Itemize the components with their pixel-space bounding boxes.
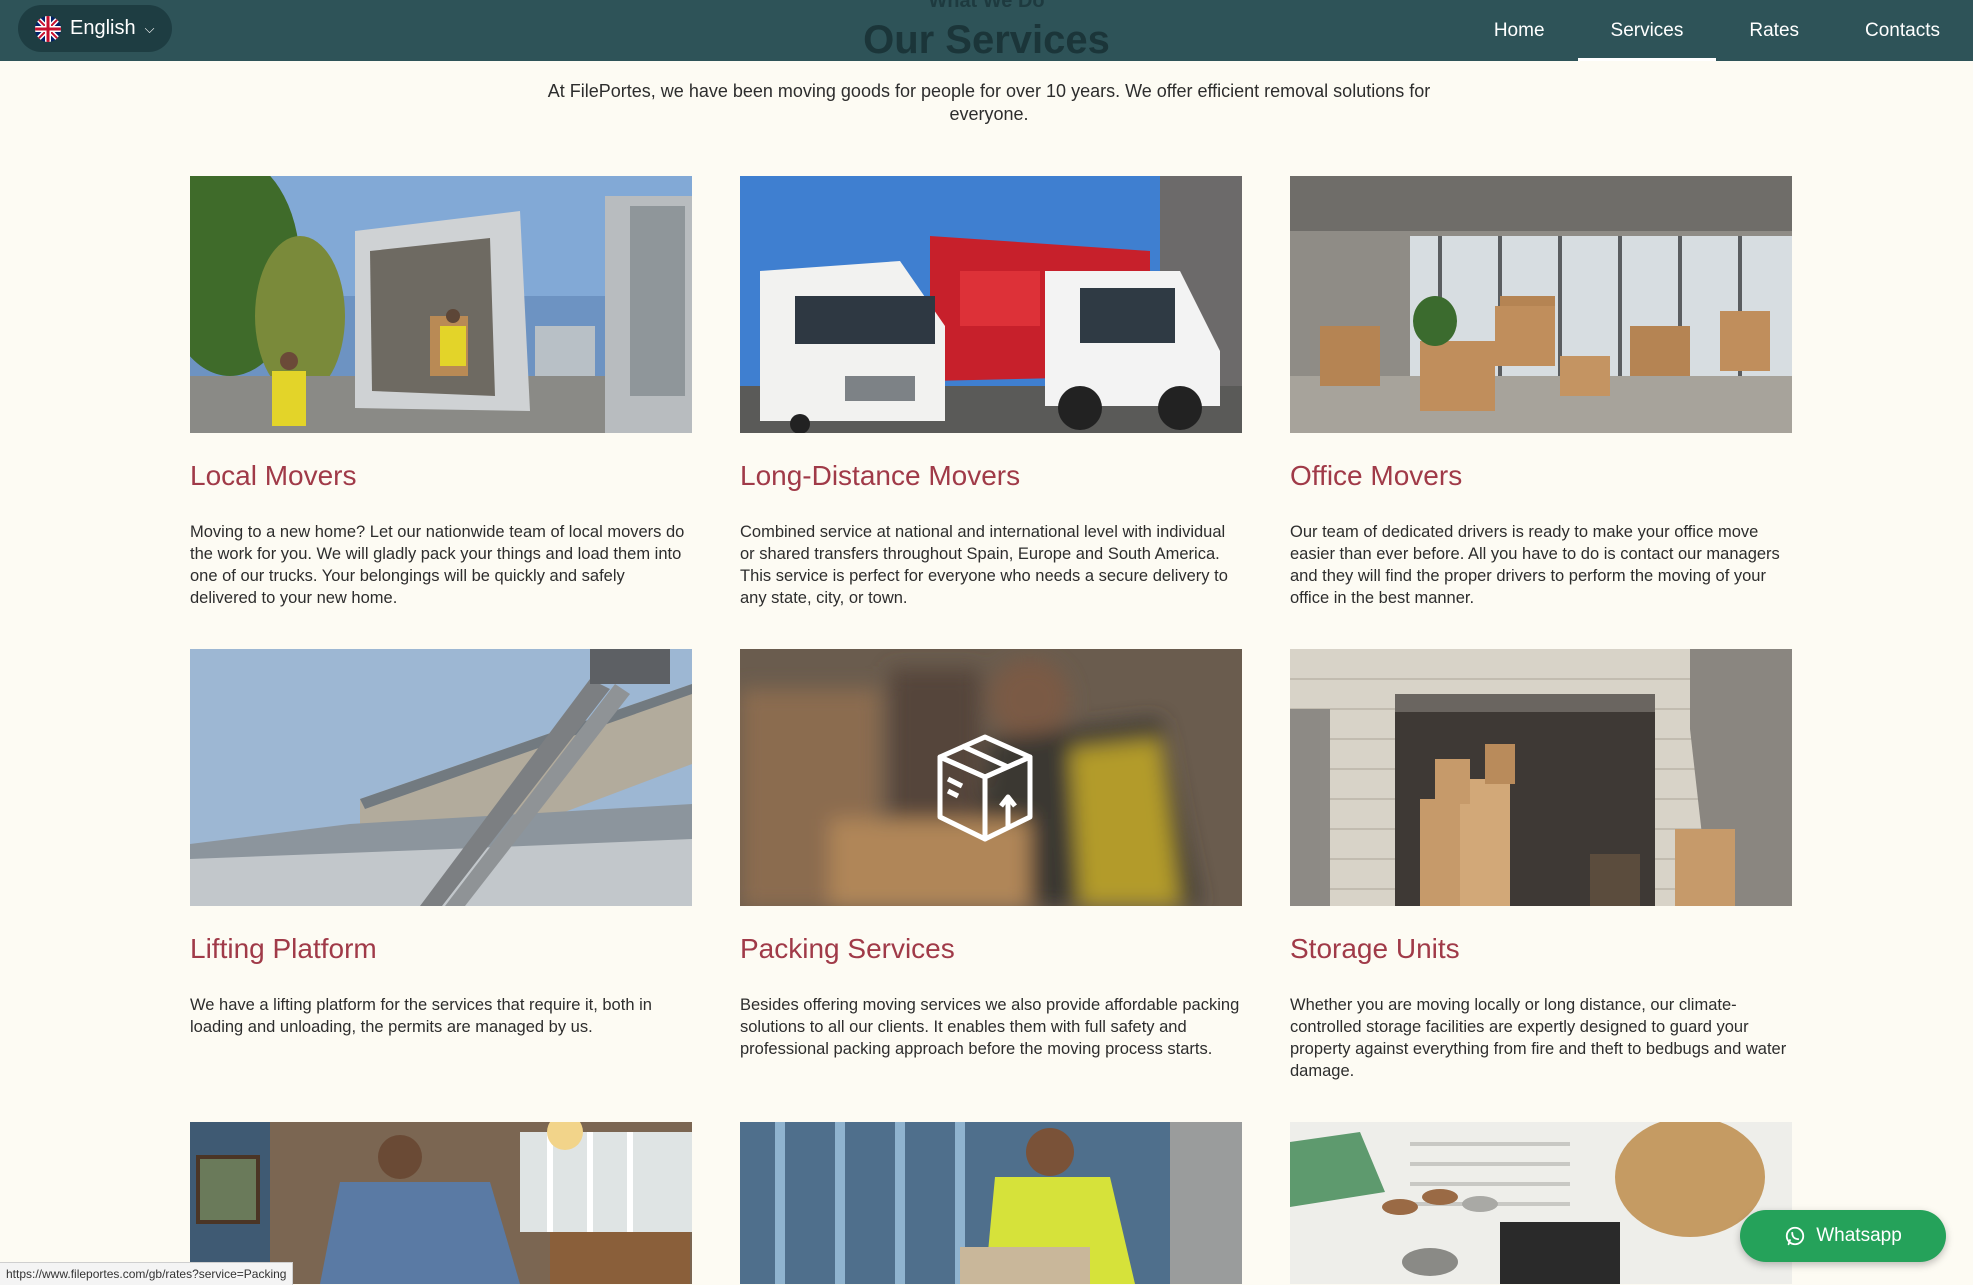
lifting-platform-image	[190, 649, 692, 906]
nav-rates[interactable]: Rates	[1716, 0, 1832, 61]
uk-flag-icon	[35, 15, 61, 42]
packing-services-image	[740, 649, 1242, 906]
main-nav: Home Services Rates Contacts	[1461, 0, 1973, 61]
nav-services[interactable]: Services	[1577, 0, 1717, 61]
nav-contacts[interactable]: Contacts	[1832, 0, 1973, 61]
service-card-lifting-platform[interactable]: Lifting Platform We have a lifting platf…	[190, 649, 692, 1038]
service-card-warehouse-worker[interactable]	[740, 1122, 1242, 1284]
service-title[interactable]: Storage Units	[1290, 932, 1792, 966]
office-movers-image	[1290, 176, 1792, 433]
service-description: Our team of dedicated drivers is ready t…	[1290, 523, 1780, 607]
service-title[interactable]: Local Movers	[190, 459, 692, 493]
whatsapp-button[interactable]: Whatsapp	[1740, 1210, 1946, 1262]
chevron-down-icon: ⌵	[144, 20, 155, 36]
service-card-furniture-assembly[interactable]	[190, 1122, 692, 1284]
storage-units-image	[1290, 649, 1792, 906]
status-bar-url: https://www.fileportes.com/gb/rates?serv…	[0, 1262, 294, 1285]
service-card-long-distance-movers[interactable]: Long-Distance Movers Combined service at…	[740, 176, 1242, 609]
service-card-storage-units[interactable]: Storage Units Whether you are moving loc…	[1290, 649, 1792, 1082]
whatsapp-icon	[1786, 1226, 1805, 1246]
service-description: Moving to a new home? Let our nationwide…	[190, 523, 685, 607]
top-navbar: What We Do Our Services English ⌵ Home S…	[0, 0, 1973, 61]
whatsapp-label: Whatsapp	[1816, 1225, 1902, 1246]
service-card-office-movers[interactable]: Office Movers Our team of dedicated driv…	[1290, 176, 1792, 609]
service-title[interactable]: Office Movers	[1290, 459, 1792, 493]
service-card-packing-services[interactable]: Packing Services Besides offering moving…	[740, 649, 1242, 1060]
nav-home[interactable]: Home	[1461, 0, 1578, 61]
service-card-local-movers[interactable]: Local Movers Moving to a new home? Let o…	[190, 176, 692, 609]
language-selector[interactable]: English ⌵	[18, 5, 172, 52]
service-title[interactable]: Long-Distance Movers	[740, 459, 1242, 493]
service-description: Besides offering moving services we also…	[740, 996, 1240, 1058]
service-card-affordable-rates[interactable]	[1290, 1122, 1792, 1284]
service-description: Combined service at national and interna…	[740, 523, 1228, 607]
warehouse-worker-image	[740, 1122, 1242, 1284]
local-movers-image	[190, 176, 692, 433]
service-description: Whether you are moving locally or long d…	[1290, 996, 1787, 1080]
long-distance-movers-image	[740, 176, 1242, 433]
service-title[interactable]: Packing Services	[740, 932, 1242, 966]
service-description: We have a lifting platform for the servi…	[190, 996, 652, 1036]
rates-image	[1290, 1122, 1792, 1284]
language-label: English	[70, 17, 136, 39]
service-title[interactable]: Lifting Platform	[190, 932, 692, 966]
furniture-assembly-image	[190, 1122, 692, 1284]
intro-text: At FilePortes, we have been moving goods…	[547, 81, 1431, 124]
